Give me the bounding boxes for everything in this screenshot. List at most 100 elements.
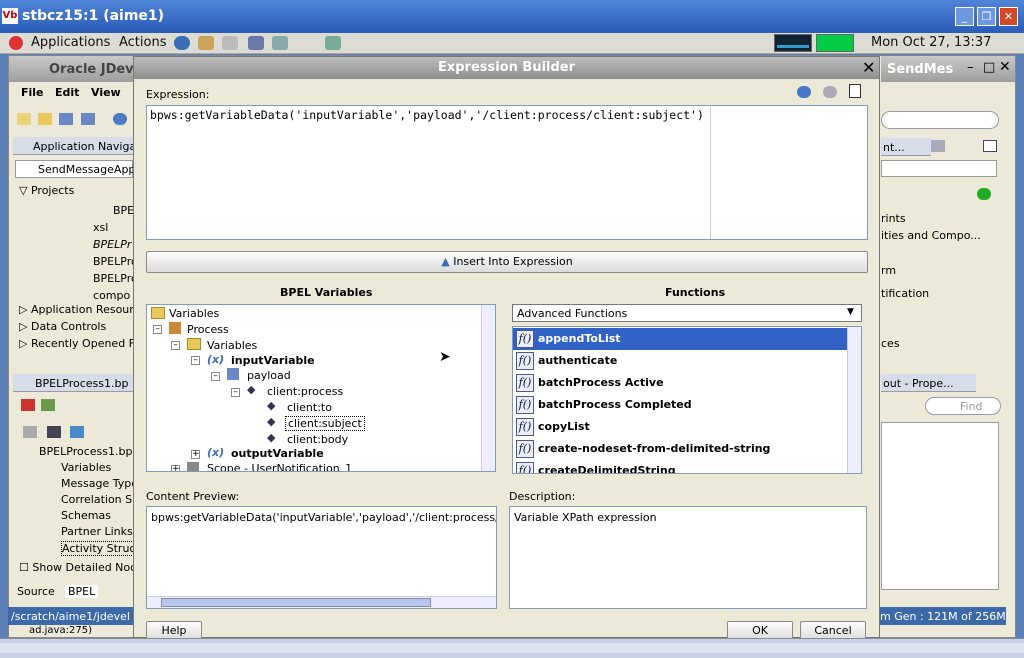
- minimize-panel-icon[interactable]: [983, 140, 997, 152]
- project-item-bpelpr[interactable]: BPELPr: [93, 238, 131, 251]
- app-navigator-tab[interactable]: Application Naviga: [13, 137, 136, 155]
- add-icon[interactable]: [977, 188, 991, 200]
- structure-item-partner-links[interactable]: Partner Links: [61, 525, 133, 538]
- notes-icon[interactable]: [222, 36, 238, 50]
- structure-item-correlation[interactable]: Correlation S: [61, 493, 132, 506]
- tree-node-variables[interactable]: Variables: [207, 339, 257, 352]
- pin-icon[interactable]: [21, 399, 35, 411]
- function-item[interactable]: f() batchProcess Active: [513, 372, 849, 394]
- collapse-toggle-icon[interactable]: –: [171, 341, 180, 350]
- function-item[interactable]: f() create-nodeset-from-delimited-string: [513, 438, 849, 460]
- redhat-icon[interactable]: [9, 36, 23, 50]
- undo-icon[interactable]: [113, 113, 127, 125]
- tree-node-input-variable[interactable]: inputVariable: [231, 354, 315, 367]
- functions-vertical-scrollbar[interactable]: [847, 327, 861, 473]
- data-controls-header[interactable]: ▷ Data Controls: [19, 320, 106, 333]
- binoculars-icon[interactable]: [47, 426, 61, 438]
- actions-menu[interactable]: Actions: [119, 35, 167, 50]
- right-item-entities[interactable]: ities and Compo...: [881, 229, 981, 242]
- right-item-ces[interactable]: ces: [881, 337, 900, 350]
- undo-expression-icon[interactable]: [797, 86, 811, 98]
- menu-edit[interactable]: Edit: [55, 86, 79, 99]
- right-prop-tab[interactable]: out - Prope...: [881, 374, 976, 392]
- preview-horizontal-scrollbar[interactable]: [147, 596, 496, 608]
- close-icon[interactable]: ✕: [999, 7, 1018, 26]
- tree-node-variables-root[interactable]: Variables: [169, 307, 219, 320]
- save-icon[interactable]: [59, 113, 73, 125]
- expression-editor[interactable]: bpws:getVariableData('inputVariable','pa…: [146, 105, 868, 240]
- project-item-bpelpro-2[interactable]: BPELPro: [93, 272, 138, 285]
- tree-node-client-subject[interactable]: client:subject: [285, 416, 365, 431]
- right-item-rm[interactable]: rm: [881, 264, 896, 277]
- menu-view[interactable]: View: [91, 86, 121, 99]
- tree-node-output-variable[interactable]: outputVariable: [231, 447, 324, 460]
- function-item[interactable]: f() copyList: [513, 416, 849, 438]
- applications-menu[interactable]: Applications: [31, 35, 110, 50]
- open-icon[interactable]: [38, 113, 52, 125]
- tree-node-client-to[interactable]: client:to: [287, 401, 332, 414]
- save-all-icon[interactable]: [81, 113, 95, 125]
- restore-icon[interactable]: ❐: [977, 7, 996, 26]
- collapse-toggle-icon[interactable]: –: [211, 372, 220, 381]
- right-combo[interactable]: [881, 160, 997, 177]
- tree-node-client-body[interactable]: client:body: [287, 433, 348, 446]
- mail-icon[interactable]: [198, 36, 214, 50]
- tree-vertical-scrollbar[interactable]: [481, 305, 495, 471]
- redo-expression-icon[interactable]: [823, 86, 837, 98]
- collapse-toggle-icon[interactable]: –: [153, 325, 162, 334]
- dialog-close-icon[interactable]: ✕: [862, 58, 875, 77]
- function-item[interactable]: f() authenticate: [513, 350, 849, 372]
- structure-item-schemas[interactable]: Schemas: [61, 509, 111, 522]
- tree-node-process[interactable]: Process: [187, 323, 229, 336]
- find-field[interactable]: Find: [925, 397, 1001, 415]
- globe-icon[interactable]: [174, 36, 190, 50]
- tree-node-client-process[interactable]: client:process: [267, 385, 343, 398]
- project-item-xsl[interactable]: xsl: [93, 221, 108, 234]
- hat-icon[interactable]: [272, 36, 288, 50]
- project-item-compo[interactable]: compo: [93, 289, 130, 302]
- minimize-icon[interactable]: _: [955, 7, 974, 26]
- structure-item-activity[interactable]: Activity Struc: [61, 541, 137, 556]
- application-combo[interactable]: SendMessageApp: [15, 160, 135, 178]
- content-preview-area[interactable]: bpws:getVariableData('inputVariable','pa…: [146, 506, 497, 609]
- refresh-icon[interactable]: [41, 399, 55, 411]
- tree-node-scope[interactable]: Scope - UserNotification_1: [207, 462, 352, 471]
- app-resources-header[interactable]: ▷ Application Resour: [19, 303, 134, 316]
- source-tab[interactable]: Source: [17, 585, 55, 598]
- collapse-toggle-icon[interactable]: –: [191, 356, 200, 365]
- bpel-variables-tree[interactable]: Variables – Process – Variables – (x) in…: [146, 304, 496, 472]
- menu-file[interactable]: File: [21, 86, 44, 99]
- functions-list[interactable]: f() appendToList f() authenticate f() batch…: [512, 326, 862, 474]
- expand-toggle-icon[interactable]: +: [191, 450, 200, 459]
- jdev-maximize-icon[interactable]: □: [983, 60, 995, 75]
- right-search-field[interactable]: [881, 111, 999, 129]
- project-item-bpelpro-1[interactable]: BPELPro: [93, 255, 138, 268]
- recently-opened-header[interactable]: ▷ Recently Opened F: [19, 337, 135, 350]
- function-item[interactable]: f() appendToList: [513, 328, 849, 350]
- tree-node-payload[interactable]: payload: [247, 369, 291, 382]
- function-item[interactable]: f() batchProcess Completed: [513, 394, 849, 416]
- edit-icon[interactable]: [325, 36, 341, 50]
- structure-item-variables[interactable]: Variables: [61, 461, 111, 474]
- new-icon[interactable]: [17, 113, 31, 125]
- palette-icon[interactable]: [931, 140, 945, 152]
- projects-header[interactable]: ▽ Projects: [19, 184, 74, 197]
- right-item-rints[interactable]: rints: [881, 212, 906, 225]
- presentation-icon[interactable]: [248, 36, 264, 50]
- structure-root[interactable]: BPELProcess1.bp: [39, 445, 132, 458]
- structure-tab[interactable]: BPELProcess1.bp: [13, 374, 133, 392]
- jdev-minimize-icon[interactable]: –: [967, 60, 974, 75]
- show-detailed-checkbox[interactable]: ☐ Show Detailed Noc: [19, 561, 136, 574]
- collapse-toggle-icon[interactable]: –: [231, 388, 240, 397]
- clear-expression-icon[interactable]: [849, 84, 861, 98]
- insert-into-expression-button[interactable]: ▲ Insert Into Expression: [146, 251, 868, 273]
- expand-toggle-icon[interactable]: +: [171, 465, 180, 471]
- clock[interactable]: Mon Oct 27, 13:37: [871, 35, 991, 50]
- sync-icon[interactable]: [70, 426, 84, 438]
- structure-item-message-types[interactable]: Message Type: [61, 477, 138, 490]
- bpel-tab[interactable]: BPEL: [65, 585, 99, 598]
- jdev-close-icon[interactable]: ✕: [999, 59, 1011, 75]
- function-item[interactable]: f() createDelimitedString: [513, 460, 849, 473]
- project-item-bpel[interactable]: BPE: [113, 204, 134, 217]
- taskbar-track[interactable]: [0, 643, 1024, 653]
